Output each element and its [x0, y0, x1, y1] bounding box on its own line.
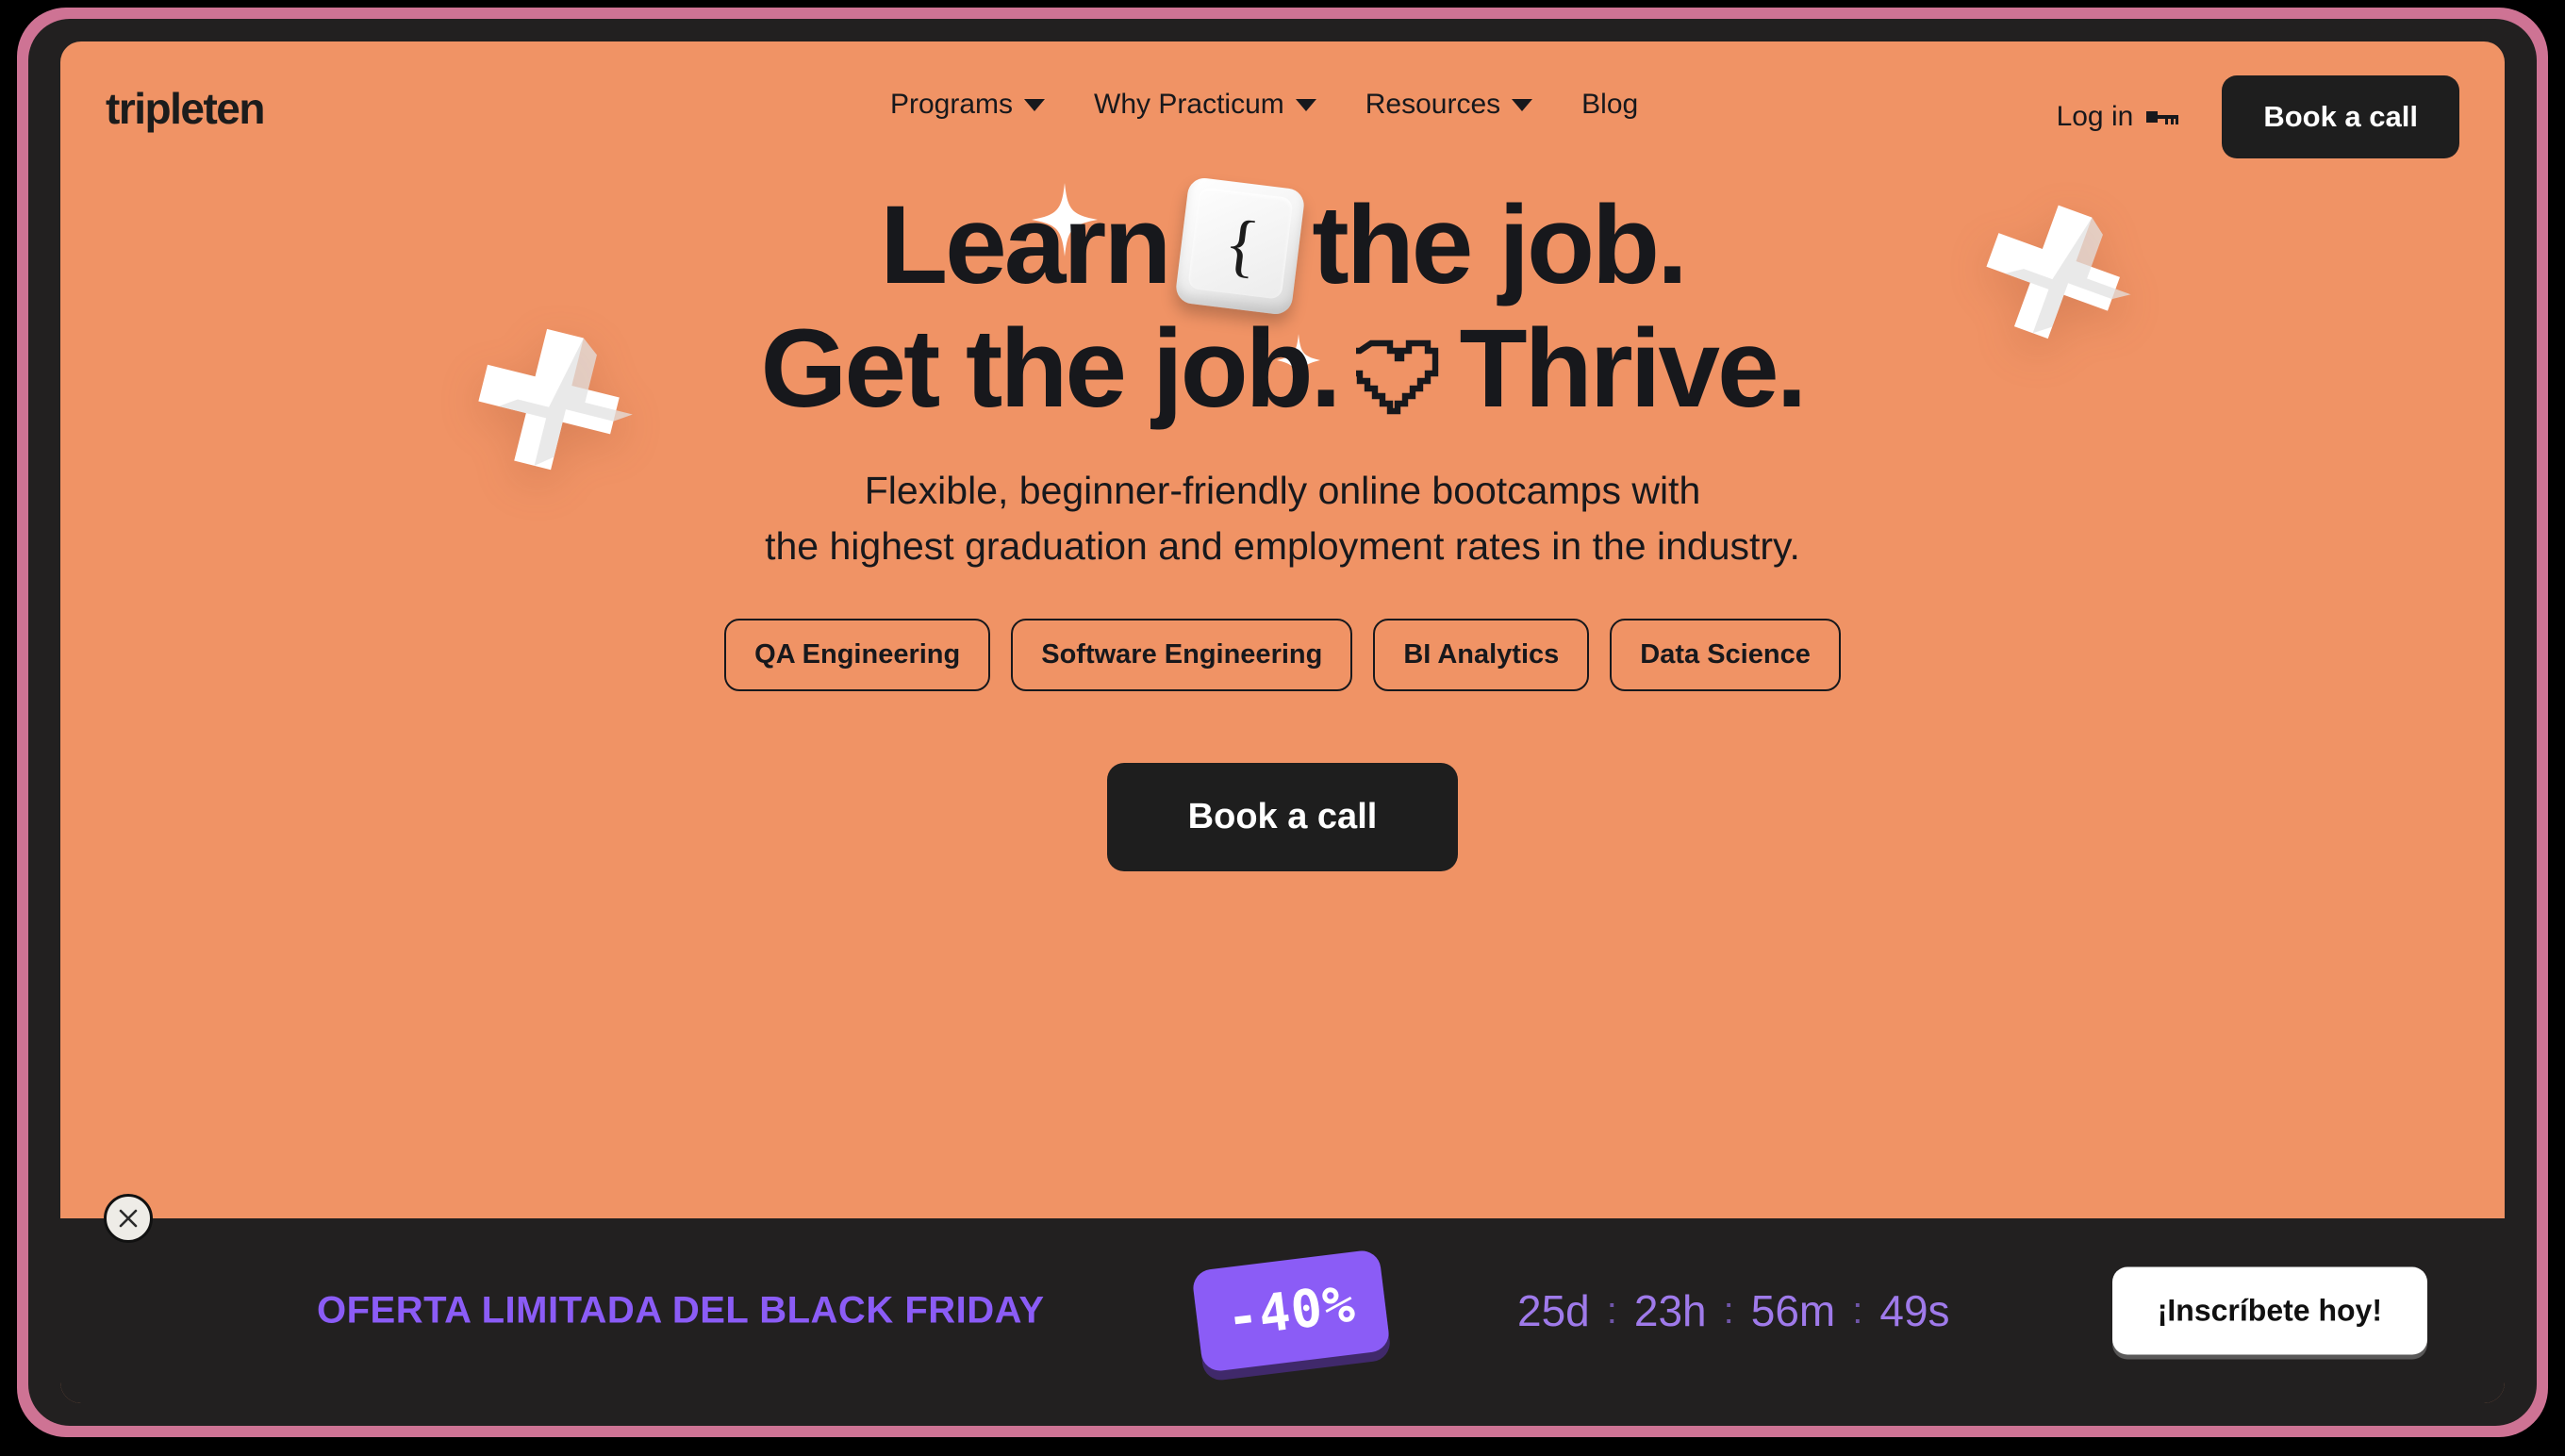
nav-item-label: Programs — [890, 89, 1014, 120]
program-pill-bi-analytics[interactable]: BI Analytics — [1373, 618, 1590, 691]
top-navigation-bar: tripleten Programs Why Practicum Resourc… — [60, 41, 2505, 174]
chevron-down-icon — [1024, 98, 1046, 111]
discount-value: -40% — [1223, 1272, 1359, 1349]
chevron-down-icon — [1512, 98, 1533, 111]
headline-text: Get the job. — [760, 306, 1342, 431]
nav-item-label: Blog — [1581, 89, 1639, 120]
page-viewport: tripleten Programs Why Practicum Resourc… — [60, 41, 2505, 1403]
pixel-heart-icon — [1355, 339, 1438, 414]
hero-subtitle: Flexible, beginner-friendly online bootc… — [765, 463, 1800, 572]
headline-text: Learn — [880, 183, 1171, 308]
countdown-days: 25d — [1517, 1286, 1590, 1335]
nav-item-blog[interactable]: Blog — [1581, 89, 1638, 121]
chevron-down-icon — [1295, 98, 1316, 111]
nav-actions: Log in Book a call — [2057, 75, 2459, 158]
enroll-today-button[interactable]: ¡Inscríbete hoy! — [2111, 1266, 2427, 1355]
nav-links: Programs Why Practicum Resources Blog — [890, 89, 1638, 121]
countdown-hours: 23h — [1633, 1286, 1707, 1335]
site-logo[interactable]: tripleten — [106, 83, 265, 134]
countdown-separator: : — [1723, 1289, 1734, 1332]
headline-text: Thrive. — [1459, 306, 1808, 431]
discount-badge: -40% — [1191, 1249, 1391, 1373]
login-label: Log in — [2056, 101, 2134, 132]
keycap-glyph: { — [1220, 205, 1261, 286]
nav-item-label: Resources — [1365, 89, 1501, 120]
nav-item-label: Why Practicum — [1094, 89, 1284, 120]
nav-item-programs[interactable]: Programs — [890, 89, 1046, 121]
program-pill-list: QA Engineering Software Engineering BI A… — [724, 618, 1841, 691]
promo-headline: OFERTA LIMITADA DEL BLACK FRIDAY — [317, 1289, 1045, 1332]
countdown-timer: 25d : 23h : 56m : 49s — [1517, 1285, 1950, 1336]
program-pill-data-science[interactable]: Data Science — [1610, 618, 1841, 691]
program-pill-software-engineering[interactable]: Software Engineering — [1011, 618, 1353, 691]
countdown-seconds: 49s — [1879, 1286, 1950, 1335]
headline-line-1: Learn { the job. — [761, 175, 1805, 317]
program-pill-qa-engineering[interactable]: QA Engineering — [724, 618, 991, 691]
hero-headline: Learn { the job. Get the job. Thrive. — [760, 175, 1808, 431]
device-outer-frame: tripleten Programs Why Practicum Resourc… — [0, 0, 2565, 1456]
headline-line-2: Get the job. Thrive. — [760, 306, 1808, 431]
close-icon — [119, 1209, 138, 1228]
countdown-separator: : — [1606, 1289, 1617, 1332]
promo-banner: OFERTA LIMITADA DEL BLACK FRIDAY -40% 25… — [60, 1194, 2505, 1403]
hero-section: Learn { the job. Get the job. Thrive. Fl… — [60, 175, 2505, 871]
key-icon — [2146, 111, 2179, 124]
nav-item-resources[interactable]: Resources — [1365, 89, 1533, 121]
nav-item-why-practicum[interactable]: Why Practicum — [1094, 89, 1316, 121]
headline-text: the job. — [1312, 183, 1688, 308]
close-banner-button[interactable] — [104, 1194, 153, 1243]
book-a-call-button-nav[interactable]: Book a call — [2222, 75, 2459, 158]
book-a-call-button-hero[interactable]: Book a call — [1106, 762, 1459, 871]
hero-subtitle-line-2: the highest graduation and employment ra… — [765, 523, 1800, 568]
countdown-minutes: 56m — [1750, 1286, 1836, 1335]
hero-subtitle-line-1: Flexible, beginner-friendly online bootc… — [864, 469, 1701, 513]
countdown-separator: : — [1852, 1289, 1863, 1332]
keycap-brace-icon: { — [1174, 175, 1307, 317]
login-link[interactable]: Log in — [2057, 101, 2179, 133]
